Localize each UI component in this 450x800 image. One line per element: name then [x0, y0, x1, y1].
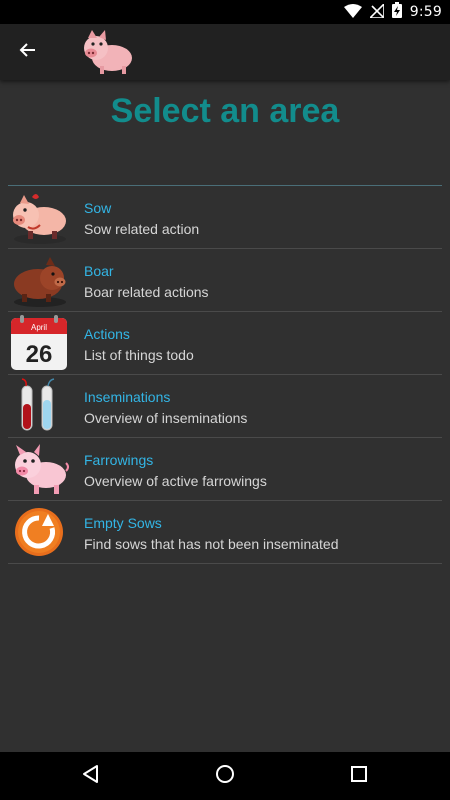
list-item-subtitle: Sow related action — [84, 221, 200, 237]
list-item-title: Empty Sows — [84, 515, 162, 531]
home-circle-icon — [215, 764, 235, 788]
test-tubes-icon — [8, 378, 70, 434]
nav-back-button[interactable] — [77, 762, 105, 790]
back-triangle-icon — [81, 764, 101, 788]
list-item-subtitle: Boar related actions — [84, 284, 209, 300]
list-item-subtitle: Overview of active farrowings — [84, 473, 267, 489]
recents-square-icon — [350, 765, 368, 787]
status-icons: 9:59 — [343, 1, 442, 22]
battery-charging-icon — [391, 2, 402, 22]
refresh-circle-icon — [8, 504, 70, 560]
list-item-title: Boar — [84, 263, 114, 279]
arrow-left-icon — [19, 41, 37, 63]
page-title: Select an area — [110, 92, 340, 130]
sow-pig-icon — [8, 189, 70, 245]
calendar-day: 26 — [26, 341, 53, 368]
list-item-sow[interactable]: Sow Sow related action — [8, 186, 442, 249]
list-item-inseminations[interactable]: Inseminations Overview of inseminations — [8, 375, 442, 438]
piglet-icon — [8, 441, 70, 497]
list-item-farrowings[interactable]: Farrowings Overview of active farrowings — [8, 438, 442, 501]
calendar-month: April — [31, 323, 47, 332]
status-time: 9:59 — [409, 4, 442, 20]
list-item-title: Inseminations — [84, 389, 171, 405]
list-item-subtitle: Overview of inseminations — [84, 410, 248, 426]
boar-pig-icon — [8, 252, 70, 308]
area-list: Sow Sow related action Boar Boar related… — [8, 185, 442, 564]
nav-home-button[interactable] — [211, 762, 239, 790]
list-item-title: Sow — [84, 200, 112, 216]
nav-recents-button[interactable] — [345, 762, 373, 790]
list-item-subtitle: Find sows that has not been inseminated — [84, 536, 339, 552]
navigation-bar — [0, 752, 450, 800]
list-item-actions[interactable]: April 26 Actions List of things todo — [8, 312, 442, 375]
back-button[interactable] — [14, 38, 42, 66]
status-bar: 9:59 — [0, 0, 450, 24]
list-item-empty-sows[interactable]: Empty Sows Find sows that has not been i… — [8, 501, 442, 564]
list-item-title: Actions — [84, 326, 130, 342]
list-item-title: Farrowings — [84, 452, 154, 468]
calendar-icon: April 26 — [8, 315, 70, 371]
list-item-subtitle: List of things todo — [84, 347, 194, 363]
app-bar — [0, 24, 450, 80]
wifi-icon — [343, 3, 362, 22]
content-area: Select an area Sow Sow related action Bo… — [0, 80, 450, 752]
list-item-boar[interactable]: Boar Boar related actions — [8, 249, 442, 312]
pig-logo-icon — [78, 28, 136, 76]
no-sim-icon — [367, 1, 385, 22]
